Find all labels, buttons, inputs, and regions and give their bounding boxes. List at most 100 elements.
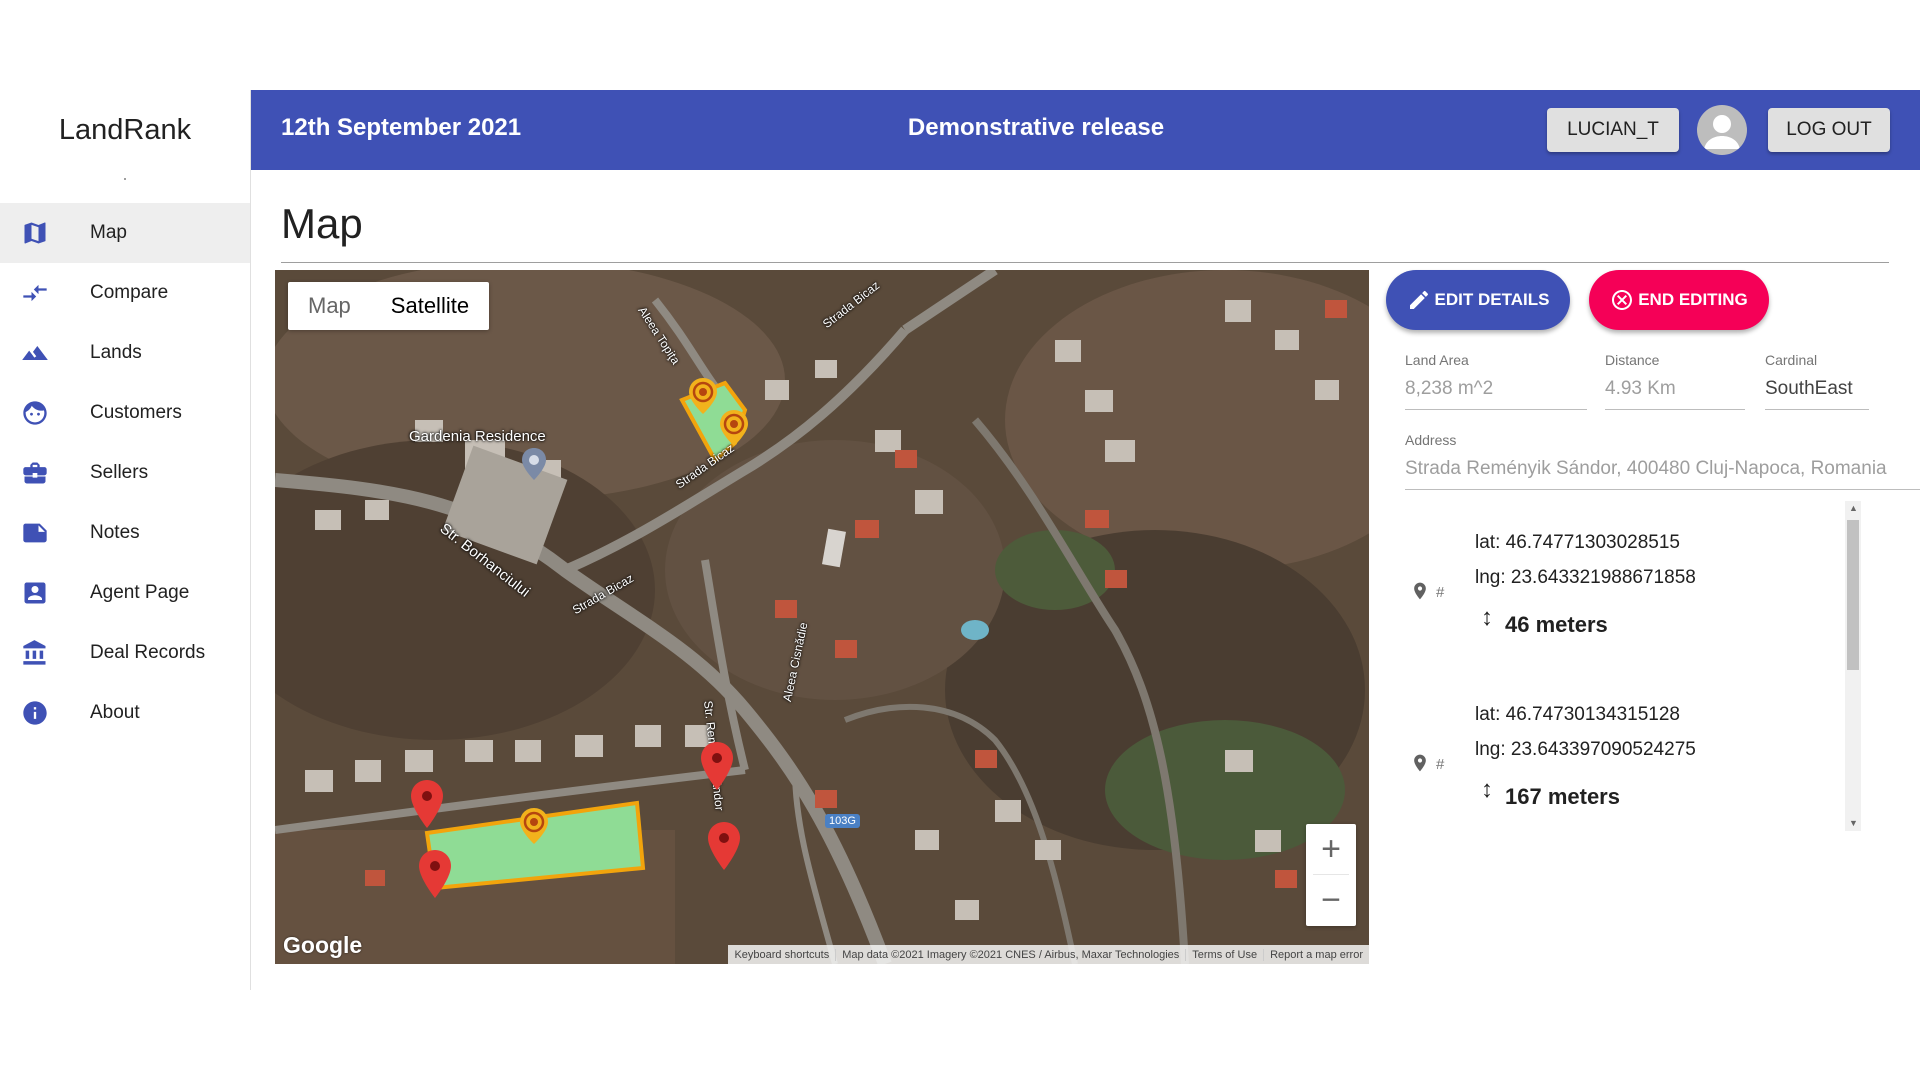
sidebar-nav: Map Compare Lands Customers Sellers Note… [0,203,250,743]
sidebar-item-lands[interactable]: Lands [0,323,250,383]
vertical-distance-icon: ↕ [1481,604,1493,631]
map-icon [20,218,50,248]
sidebar-item-about[interactable]: About [0,683,250,743]
sidebar-item-label: Sellers [90,462,149,483]
map-type-map-button[interactable]: Map [288,282,371,330]
logo-divider-dot [124,178,126,180]
app-logo: LandRank [58,114,192,146]
field-underline [1405,489,1920,490]
scroll-down-arrow-icon[interactable]: ▼ [1849,818,1858,828]
land-area-field[interactable]: Land Area 8,238 m^2 [1405,352,1587,410]
contact-badge-icon [20,578,50,608]
note-icon [20,518,50,548]
zoom-in-button[interactable]: + [1306,824,1356,874]
sidebar-item-label: Compare [90,282,169,303]
face-icon [20,398,50,428]
distance-value: 46 meters [1505,612,1608,637]
distance-value: 4.93 Km [1605,378,1676,399]
poi-marker-icon[interactable] [522,448,546,480]
user-button[interactable]: LUCIAN_T [1547,108,1679,152]
vertex-target-marker-icon[interactable] [720,410,748,446]
cardinal-label: Cardinal [1765,352,1818,368]
title-divider [281,262,1889,263]
vertex-target-marker-icon[interactable] [689,378,717,414]
longitude-value: lng: 23.643397090524275 [1475,739,1696,760]
sidebar-item-label: Agent Page [90,582,190,603]
vertex-pin-icon[interactable] [701,742,733,790]
address-label: Address [1405,432,1457,448]
logout-button[interactable]: LOG OUT [1768,108,1890,152]
edit-details-label: EDIT DETAILS [1434,290,1550,309]
cardinal-value: SouthEast [1765,378,1853,399]
address-field[interactable]: Address Strada Reményik Sándor, 400480 C… [1405,432,1920,490]
distance-value: 167 meters [1505,784,1620,809]
briefcase-icon [20,458,50,488]
account-icon [1704,115,1740,149]
sidebar-item-sellers[interactable]: Sellers [0,443,250,503]
end-editing-button[interactable]: END EDITING [1589,270,1769,330]
location-pin-icon [1414,582,1426,600]
info-icon [20,698,50,728]
land-area-value: 8,238 m^2 [1405,378,1494,399]
vertex-pin-icon[interactable] [708,822,740,870]
keyboard-shortcuts-link[interactable]: Keyboard shortcuts [728,948,837,961]
end-editing-label: END EDITING [1638,290,1748,309]
location-pin-icon [1414,754,1426,772]
app-header: 12th September 2021 Demonstrative releas… [251,90,1920,170]
satellite-map[interactable]: Gardenia Residence Str. Borhanciului Str… [275,270,1369,964]
sidebar-item-label: Map [90,222,127,243]
edit-details-button[interactable]: EDIT DETAILS [1386,270,1570,330]
latitude-value: lat: 46.74730134315128 [1475,704,1680,725]
google-logo: Google [283,932,363,958]
terms-of-use-link[interactable]: Terms of Use [1186,948,1265,961]
list-item[interactable]: # lat: 46.74771303028515 lng: 23.6433219… [1398,500,1866,672]
landscape-icon [20,338,50,368]
sidebar-item-label: Notes [90,522,140,543]
vertical-distance-icon: ↕ [1481,776,1493,803]
report-map-error-link[interactable]: Report a map error [1264,949,1369,961]
sidebar-item-compare[interactable]: Compare [0,263,250,323]
distance-field[interactable]: Distance 4.93 Km [1605,352,1745,410]
sidebar-item-agent-page[interactable]: Agent Page [0,563,250,623]
vertex-target-marker-icon[interactable] [520,808,548,844]
sidebar-item-deal-records[interactable]: Deal Records [0,623,250,683]
cardinal-field[interactable]: Cardinal SouthEast [1765,352,1869,410]
sidebar: LandRank Map Compare Lands Customers Sel… [0,90,251,990]
map-data-text: Map data ©2021 Imagery ©2021 CNES / Airb… [836,948,1187,961]
sidebar-item-label: About [90,702,140,723]
vertex-pin-icon[interactable] [419,850,451,898]
field-underline [1765,409,1869,410]
sidebar-item-label: Customers [90,402,182,423]
map-attribution: Keyboard shortcuts Map data ©2021 Imager… [728,945,1369,964]
map-type-satellite-button[interactable]: Satellite [371,282,489,330]
field-underline [1605,409,1745,410]
sidebar-item-notes[interactable]: Notes [0,503,250,563]
list-item[interactable]: # lat: 46.74730134315128 lng: 23.6433970… [1398,672,1866,830]
scroll-up-arrow-icon[interactable]: ▲ [1849,503,1858,513]
app-root: LandRank Map Compare Lands Customers Sel… [0,90,1920,990]
page-title: Map [281,200,363,247]
latitude-value: lat: 46.74771303028515 [1475,532,1680,553]
scrollbar-thumb[interactable] [1847,520,1859,670]
map-type-control: Map Satellite [288,282,490,330]
point-index: # [1436,756,1445,773]
bank-icon [20,638,50,668]
land-area-label: Land Area [1405,352,1469,368]
sidebar-item-label: Lands [90,342,142,363]
cancel-circle-icon [1612,290,1633,310]
map-poi-label: Gardenia Residence [409,428,546,445]
avatar[interactable] [1697,105,1747,155]
longitude-value: lng: 23.643321988671858 [1475,567,1696,588]
address-value: Strada Reményik Sándor, 400480 Cluj-Napo… [1405,458,1887,479]
coordinates-list[interactable]: # lat: 46.74771303028515 lng: 23.6433219… [1398,500,1866,830]
field-underline [1405,409,1587,410]
sidebar-item-customers[interactable]: Customers [0,383,250,443]
zoom-control: + − [1306,824,1356,926]
zoom-out-button[interactable]: − [1306,875,1356,925]
sidebar-item-map[interactable]: Map [0,203,250,263]
compare-arrows-icon [20,278,50,308]
point-index: # [1436,584,1445,601]
distance-label: Distance [1605,352,1660,368]
vertex-pin-icon[interactable] [411,780,443,828]
sidebar-item-label: Deal Records [90,642,206,663]
